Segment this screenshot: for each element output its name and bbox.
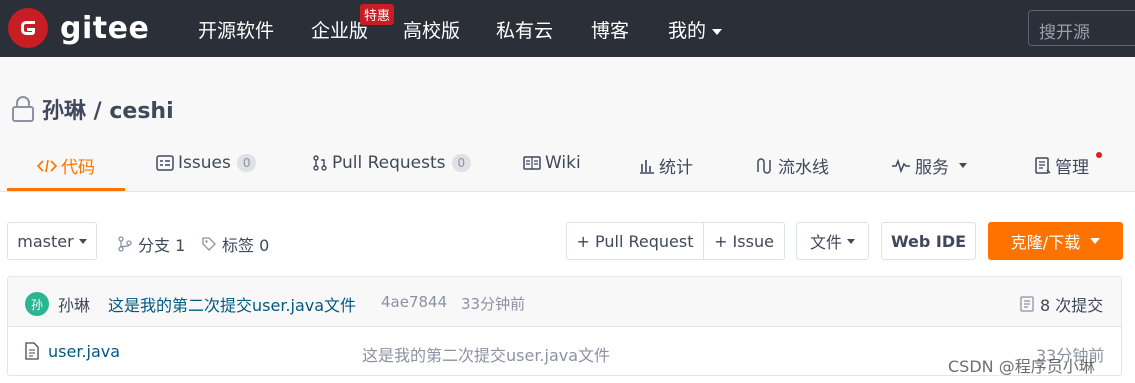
branches-label: 分支 1 — [138, 236, 186, 255]
repo-name[interactable]: 孙琳 / ceshi — [42, 93, 174, 125]
nav-mine-label: 我的 — [668, 20, 707, 42]
repo-header: 孙琳 / ceshi 代码 Issues 0 Pull Requests 0 W… — [0, 57, 1135, 192]
file-icon — [25, 342, 39, 360]
nav-mine[interactable]: 我的 — [668, 16, 723, 43]
commit-message[interactable]: 这是我的第二次提交user.java文件 — [108, 292, 356, 316]
tab-issues-label: Issues — [178, 153, 231, 173]
tab-issues[interactable]: Issues 0 — [156, 153, 257, 173]
file-commit-message[interactable]: 这是我的第二次提交user.java文件 — [362, 342, 610, 366]
tag-icon — [202, 237, 216, 251]
tab-code-label: 代码 — [61, 158, 95, 178]
chevron-down-icon — [78, 238, 87, 244]
issues-icon — [156, 155, 174, 171]
lock-icon — [12, 96, 34, 122]
tab-services[interactable]: 服务 — [891, 153, 967, 178]
manage-icon — [1035, 156, 1051, 174]
bar-chart-icon — [640, 159, 654, 174]
nav-private-cloud[interactable]: 私有云 — [496, 16, 553, 43]
branch-select[interactable]: master — [7, 222, 97, 260]
commit-time: 33分钟前 — [461, 295, 526, 313]
latest-commit-row: 孙 孙琳 这是我的第二次提交user.java文件 4ae7844 33分钟前 … — [8, 277, 1121, 327]
tab-manage-label: 管理 — [1055, 158, 1089, 178]
top-navbar: gitee 开源软件 企业版 特惠 高校版 私有云 博客 我的 搜开源 — [0, 0, 1135, 57]
book-icon — [523, 156, 541, 170]
branch-select-label: master — [17, 231, 74, 251]
commit-hash[interactable]: 4ae7844 — [381, 293, 447, 311]
pull-request-icon — [313, 155, 327, 171]
issues-count-badge: 0 — [236, 154, 257, 172]
chevron-down-icon — [1090, 238, 1101, 244]
pipeline-icon — [757, 157, 771, 174]
tags-link[interactable]: 标签 0 — [201, 232, 269, 256]
commit-count-label: 8 次提交 — [1040, 296, 1104, 315]
repo-title: 孙琳 / ceshi — [10, 93, 174, 125]
tab-pipeline-label: 流水线 — [778, 158, 829, 178]
files-dropdown[interactable]: 文件 — [796, 222, 869, 260]
pulse-icon — [892, 158, 910, 173]
avatar[interactable]: 孙 — [25, 292, 49, 316]
tab-manage[interactable]: 管理 — [1035, 153, 1089, 178]
tab-stats[interactable]: 统计 — [639, 153, 693, 178]
tab-pipeline[interactable]: 流水线 — [756, 153, 829, 178]
web-ide-button[interactable]: Web IDE — [881, 222, 976, 260]
new-issue-button[interactable]: + Issue — [703, 222, 785, 260]
branches-link[interactable]: 分支 1 — [117, 232, 185, 256]
new-pull-request-button[interactable]: + Pull Request — [566, 222, 704, 260]
chevron-down-icon — [847, 238, 855, 244]
pull-requests-count-badge: 0 — [451, 154, 472, 172]
logo-text: gitee — [60, 10, 150, 46]
promo-badge: 特惠 — [360, 4, 395, 25]
search-input[interactable]: 搜开源 — [1028, 10, 1135, 46]
active-tab-indicator — [7, 188, 125, 191]
nav-open-source[interactable]: 开源软件 — [198, 16, 274, 43]
gitee-logo-icon — [8, 8, 48, 48]
tab-stats-label: 统计 — [659, 158, 693, 178]
tab-pull-requests-label: Pull Requests — [332, 153, 446, 173]
watermark: CSDN @程序员小琳 — [948, 357, 1095, 376]
clone-download-label: 克隆/下载 — [1010, 233, 1081, 252]
commit-author[interactable]: 孙琳 — [58, 292, 90, 316]
branch-icon — [118, 236, 132, 252]
commit-count-link[interactable]: 8 次提交 — [1020, 292, 1103, 316]
clone-download-button[interactable]: 克隆/下载 — [988, 222, 1123, 260]
tab-wiki-label: Wiki — [545, 153, 581, 173]
chevron-down-icon — [959, 163, 967, 168]
code-icon — [37, 159, 57, 172]
tab-wiki[interactable]: Wiki — [523, 153, 581, 173]
nav-blog[interactable]: 博客 — [591, 16, 629, 43]
tags-label: 标签 0 — [222, 236, 270, 255]
nav-education[interactable]: 高校版 — [403, 16, 460, 43]
tab-code[interactable]: 代码 — [37, 153, 95, 178]
file-name[interactable]: user.java — [48, 342, 120, 361]
files-dropdown-label: 文件 — [809, 233, 842, 252]
gitee-logo[interactable]: gitee — [8, 8, 149, 48]
chevron-down-icon — [712, 28, 723, 35]
notification-dot — [1096, 152, 1102, 158]
tab-pull-requests[interactable]: Pull Requests 0 — [312, 153, 472, 173]
commits-icon — [1020, 296, 1034, 312]
tab-services-label: 服务 — [915, 158, 949, 178]
